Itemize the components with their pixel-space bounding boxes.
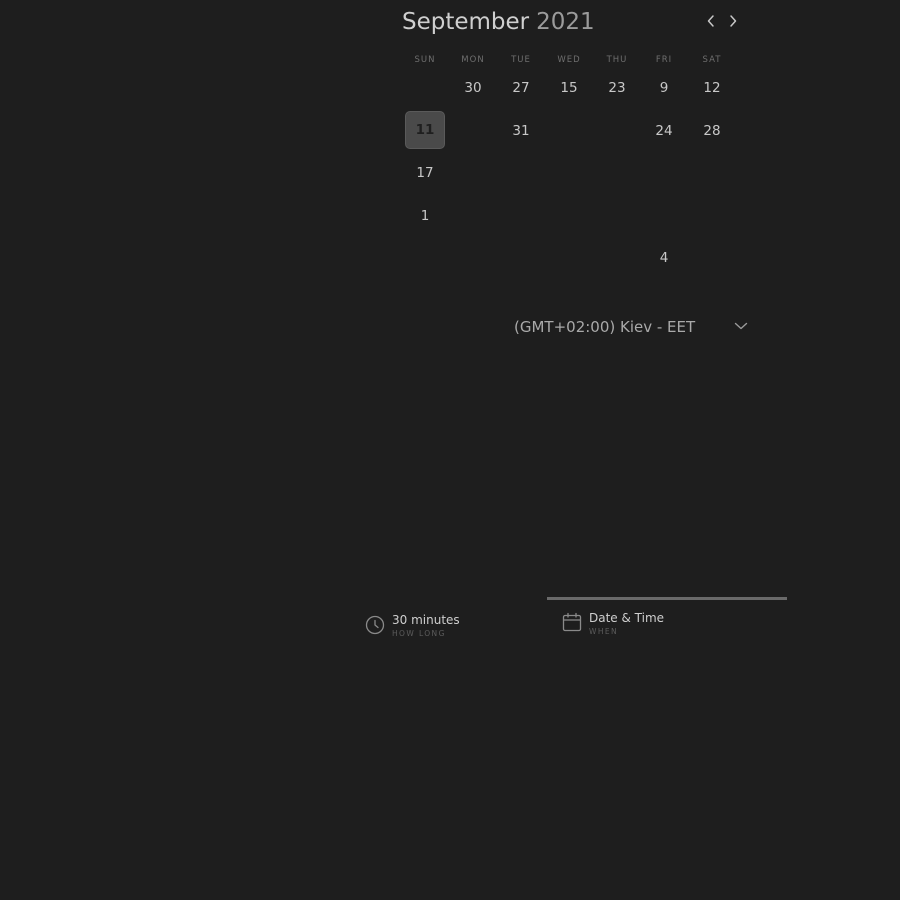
calendar-day[interactable]: 17 [405,154,445,192]
weekday-fri: FRI [655,55,673,65]
weekday-mon: MON [461,55,485,65]
calendar-day[interactable]: 9 [644,69,684,107]
calendar-day[interactable]: 27 [501,69,541,107]
chevron-down-icon [734,322,748,330]
calendar-day[interactable]: 4 [644,239,684,277]
month-year-title: September 2021 [402,6,595,38]
timezone-label: (GMT+02:00) Kiev - EET [514,318,696,336]
step-duration-text: 30 minutes HOW LONG [392,613,460,639]
calendar-day-selected[interactable]: 11 [405,111,445,149]
timezone-select[interactable]: (GMT+02:00) Kiev - EET [514,314,754,340]
year-label: 2021 [536,9,595,35]
weekday-wed: WED [557,55,581,65]
weekday-thu: THU [606,55,628,65]
calendar-day[interactable]: 31 [501,112,541,150]
clock-icon [365,615,385,635]
step-duration-subtitle: HOW LONG [392,629,446,638]
step-duration[interactable]: 30 minutes HOW LONG [364,613,460,639]
calendar-day[interactable]: 15 [549,69,589,107]
chevron-right-icon [730,15,737,27]
step-date-time-subtitle: WHEN [589,627,619,636]
chevron-left-icon [707,15,714,27]
calendar-day[interactable]: 12 [692,69,732,107]
previous-month-button[interactable] [701,10,721,32]
scheduler-widget: September 2021 SUN MON TUE WED THU FRI SA… [0,0,900,900]
calendar-day[interactable]: 23 [597,69,637,107]
step-date-time-text: Date & Time WHEN [589,611,664,637]
weekday-tue: TUE [511,55,531,65]
calendar-day[interactable]: 28 [692,112,732,150]
calendar-day[interactable]: 30 [453,69,493,107]
weekday-sat: SAT [702,55,722,65]
step-date-time-title: Date & Time [589,611,665,625]
active-step-indicator [547,597,787,600]
month-label: September [402,9,530,35]
step-duration-title: 30 minutes [392,613,460,627]
calendar-icon [562,612,582,632]
calendar-day[interactable]: 24 [644,112,684,150]
next-month-button[interactable] [723,10,743,32]
calendar-day[interactable]: 1 [405,197,445,235]
weekday-sun: SUN [414,55,436,65]
step-date-time[interactable]: Date & Time WHEN [561,611,664,637]
